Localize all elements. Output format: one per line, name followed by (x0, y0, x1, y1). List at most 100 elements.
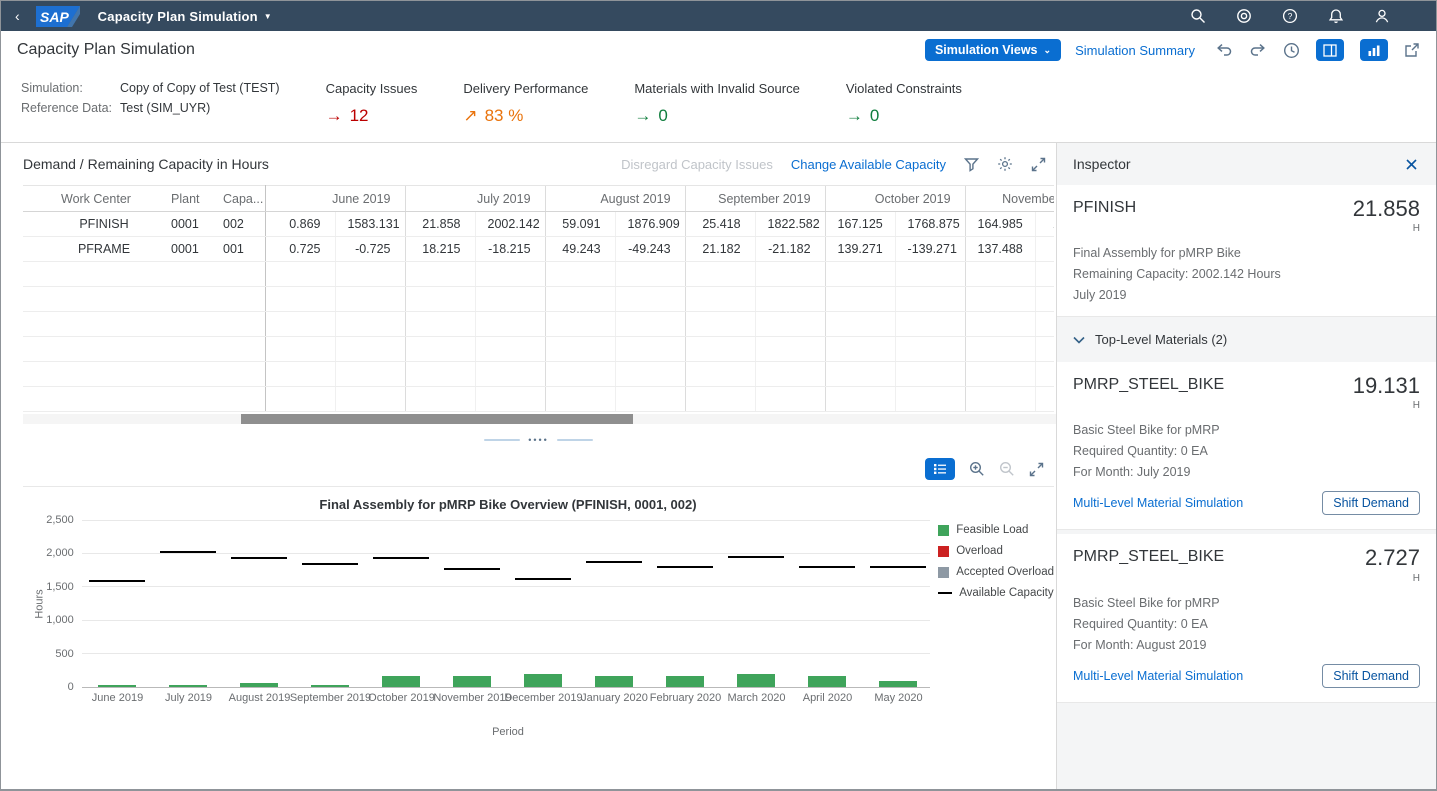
available-capacity-line[interactable] (373, 557, 429, 559)
scrollbar-thumb[interactable] (241, 414, 633, 424)
bar-feasible-load[interactable] (98, 685, 136, 687)
horizontal-scrollbar[interactable] (23, 414, 1056, 424)
material-desc: Basic Steel Bike for pMRP (1073, 596, 1420, 610)
bar-feasible-load[interactable] (240, 683, 278, 687)
legend-item[interactable]: Available Capacity (938, 587, 1054, 599)
available-capacity-line[interactable] (586, 561, 642, 563)
user-icon[interactable] (1374, 8, 1390, 24)
available-capacity-line[interactable] (728, 556, 784, 558)
redo-icon[interactable] (1249, 42, 1267, 58)
toggle-inspector-button[interactable] (1316, 39, 1344, 61)
available-capacity-line[interactable] (302, 563, 358, 565)
row-selector[interactable] (23, 362, 49, 387)
toggle-chart-button[interactable] (1360, 39, 1388, 61)
simulation-summary-link[interactable]: Simulation Summary (1075, 43, 1195, 58)
table-row[interactable] (23, 287, 1054, 312)
legend-item[interactable]: Feasible Load (938, 524, 1054, 536)
bar-feasible-load[interactable] (595, 676, 633, 687)
row-selector[interactable] (23, 237, 49, 262)
kpi-item[interactable]: Delivery Performance↗83 % (463, 81, 588, 126)
workcenter-card[interactable]: PFINISH 21.858 H Final Assembly for pMRP… (1057, 185, 1436, 317)
table-row[interactable] (23, 362, 1054, 387)
history-icon[interactable] (1283, 42, 1300, 59)
simulation-views-button[interactable]: Simulation Views ⌄ (925, 39, 1061, 61)
settings-icon[interactable] (997, 156, 1013, 172)
bar-feasible-load[interactable] (169, 685, 207, 687)
row-selector[interactable] (23, 312, 49, 337)
close-icon[interactable] (1405, 158, 1418, 171)
notifications-icon[interactable] (1328, 8, 1344, 24)
legend-item[interactable]: Accepted Overload (938, 566, 1054, 578)
workcenter-desc: Final Assembly for pMRP Bike (1073, 246, 1420, 260)
bar-feasible-load[interactable] (879, 681, 917, 687)
row-selector[interactable] (23, 262, 49, 287)
table-row[interactable] (23, 262, 1054, 287)
legend-item[interactable]: Overload (938, 545, 1054, 557)
month-column-header[interactable]: July 2019 (405, 186, 545, 212)
help-icon[interactable]: ? (1282, 8, 1298, 24)
table-row[interactable]: PFRAME00010010.725-0.72518.215-18.21549.… (23, 237, 1054, 262)
multi-level-simulation-link[interactable]: Multi-Level Material Simulation (1073, 669, 1243, 683)
month-column-header[interactable]: October 2019 (825, 186, 965, 212)
table-row[interactable] (23, 387, 1054, 412)
kpi-item[interactable]: Materials with Invalid Source→0 (634, 81, 799, 126)
kpi-item[interactable]: Capacity Issues→12 (326, 81, 418, 126)
material-card[interactable]: PMRP_STEEL_BIKE19.131HBasic Steel Bike f… (1057, 362, 1436, 530)
column-header[interactable]: Capa... (211, 186, 265, 212)
splitter-handle[interactable]: •••• (484, 436, 593, 445)
bar-feasible-load[interactable] (524, 674, 562, 687)
available-capacity-line[interactable] (515, 578, 571, 580)
month-column-header[interactable]: June 2019 (265, 186, 405, 212)
shift-demand-button[interactable]: Shift Demand (1322, 491, 1420, 515)
zoom-in-icon[interactable] (969, 461, 985, 477)
kpi-item[interactable]: Violated Constraints→0 (846, 81, 962, 126)
bar-feasible-load[interactable] (666, 676, 704, 687)
back-icon[interactable]: ‹ (15, 9, 20, 23)
bar-feasible-load[interactable] (311, 685, 349, 687)
row-selector[interactable] (23, 387, 49, 412)
available-capacity-line[interactable] (444, 568, 500, 570)
month-column-header[interactable]: August 2019 (545, 186, 685, 212)
chart-expand-icon[interactable] (1029, 462, 1044, 477)
table-row[interactable] (23, 312, 1054, 337)
expand-icon[interactable] (1031, 157, 1046, 172)
material-card[interactable]: PMRP_STEEL_BIKE2.727HBasic Steel Bike fo… (1057, 534, 1436, 702)
row-selector[interactable] (23, 337, 49, 362)
table-row[interactable]: PFINISH00010020.8691583.13121.8582002.14… (23, 212, 1054, 237)
month-column-header[interactable]: September 2019 (685, 186, 825, 212)
available-capacity-line[interactable] (657, 566, 713, 568)
available-capacity-line[interactable] (89, 580, 145, 582)
pane-splitter[interactable]: •••• (23, 424, 1054, 456)
available-capacity-line[interactable] (160, 551, 216, 553)
cell-value: 1595.0 (1035, 212, 1054, 237)
bar-feasible-load[interactable] (453, 676, 491, 687)
x-tick-label: November 2019 (433, 692, 511, 704)
bar-feasible-load[interactable] (808, 676, 846, 687)
chart-legend-toggle-button[interactable] (925, 458, 955, 480)
change-available-capacity-link[interactable]: Change Available Capacity (791, 157, 946, 172)
app-title-menu[interactable]: Capacity Plan Simulation ▼ (98, 9, 272, 24)
table-row[interactable] (23, 337, 1054, 362)
column-header[interactable]: Plant (159, 186, 211, 212)
open-in-new-icon[interactable] (1404, 42, 1420, 58)
available-capacity-line[interactable] (870, 566, 926, 568)
row-selector[interactable] (23, 287, 49, 312)
column-header[interactable]: Work Center (49, 186, 159, 212)
empty-cell (685, 387, 755, 412)
empty-cell (211, 287, 265, 312)
empty-cell (965, 287, 1035, 312)
row-selector[interactable] (23, 212, 49, 237)
simulation-info: Simulation: Copy of Copy of Test (TEST) … (21, 81, 280, 126)
bar-feasible-load[interactable] (382, 676, 420, 687)
bar-feasible-load[interactable] (737, 674, 775, 687)
shift-demand-button[interactable]: Shift Demand (1322, 664, 1420, 688)
filter-icon[interactable] (964, 157, 979, 172)
available-capacity-line[interactable] (231, 557, 287, 559)
available-capacity-line[interactable] (799, 566, 855, 568)
month-column-header[interactable]: November 2019 (965, 186, 1054, 212)
search-icon[interactable] (1190, 8, 1206, 24)
copilot-icon[interactable] (1236, 8, 1252, 24)
undo-icon[interactable] (1215, 42, 1233, 58)
top-level-materials-section[interactable]: Top-Level Materials (2) (1057, 321, 1436, 358)
multi-level-simulation-link[interactable]: Multi-Level Material Simulation (1073, 496, 1243, 510)
